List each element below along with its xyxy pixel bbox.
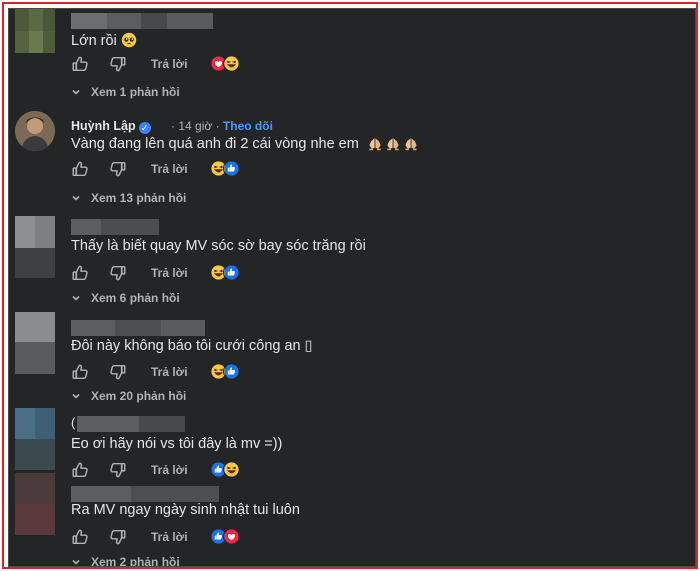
reaction-summary[interactable] [210,55,250,73]
folded-hands-emoji [385,135,401,151]
pleading-face-emoji [121,32,137,48]
comment-text: Lớn rồi [71,32,137,49]
reaction-summary[interactable] [210,264,250,282]
view-replies-link[interactable]: Xem 6 phản hồi [71,291,180,305]
dislike-icon[interactable] [109,461,127,479]
reaction-summary[interactable] [210,160,250,178]
author-name-redacted[interactable] [71,219,159,235]
folded-hands-emoji [367,135,383,151]
like-reaction-icon [223,363,240,380]
chevron-down-icon [71,293,81,303]
like-icon[interactable] [71,528,89,546]
dislike-icon[interactable] [109,363,127,381]
reply-button[interactable]: Trả lời [151,57,188,71]
avatar[interactable] [15,408,55,470]
folded-hands-emoji [403,135,419,151]
comment-meta: · 14 giờ · Theo dõi [171,119,273,133]
dislike-icon[interactable] [109,264,127,282]
like-reaction-icon [223,264,240,281]
dislike-icon[interactable] [109,55,127,73]
chevron-down-icon [71,193,81,203]
view-replies-link[interactable]: Xem 1 phản hồi [71,85,180,99]
avatar[interactable] [15,111,55,151]
like-icon[interactable] [71,264,89,282]
profile-photo [15,111,55,151]
avatar[interactable] [15,312,55,374]
love-reaction-icon [223,528,240,545]
author-name-redacted[interactable] [71,320,205,336]
like-icon[interactable] [71,160,89,178]
follow-button[interactable]: Theo dõi [223,119,273,133]
view-replies-link[interactable]: Xem 2 phản hồi [71,555,180,567]
view-replies-link[interactable]: Xem 13 phản hồi [71,191,186,205]
author-name-redacted[interactable] [77,416,185,432]
avatar[interactable] [15,216,55,278]
reaction-summary[interactable] [210,461,250,479]
dislike-icon[interactable] [109,528,127,546]
comments-panel: Lớn rồi Trả lời Xem 1 phản hồi Huỳnh Lập… [8,8,696,567]
like-icon[interactable] [71,363,89,381]
reply-button[interactable]: Trả lời [151,530,188,544]
avatar[interactable] [15,473,55,535]
chevron-down-icon [71,557,81,567]
like-icon[interactable] [71,55,89,73]
screenshot-frame: Lớn rồi Trả lời Xem 1 phản hồi Huỳnh Lập… [2,2,698,569]
reply-button[interactable]: Trả lời [151,266,188,280]
view-replies-link[interactable]: Xem 20 phản hồi [71,389,186,403]
like-icon[interactable] [71,461,89,479]
avatar[interactable] [15,9,55,53]
reaction-summary[interactable] [210,528,250,546]
like-reaction-icon [223,160,240,177]
comment-text: Đôi này không báo tôi cưới công an ▯ [71,338,313,354]
chevron-down-icon [71,87,81,97]
verified-badge-icon: ✓ [138,122,151,134]
comment-time[interactable]: 14 giờ [178,119,212,133]
author-name-redacted[interactable] [71,486,219,502]
comment-prefix: ( [71,415,76,430]
haha-reaction-icon [223,461,240,478]
reply-button[interactable]: Trả lời [151,463,188,477]
reply-button[interactable]: Trả lời [151,162,188,176]
reaction-summary[interactable] [210,363,250,381]
comment-text: Vàng đang lên quá anh đi 2 cái vòng nhe … [71,135,419,152]
comment-text: Thấy là biết quay MV sóc sờ bay sóc trăn… [71,238,366,254]
reply-button[interactable]: Trả lời [151,365,188,379]
author-name-redacted[interactable] [71,13,213,29]
comment-text: Eo ơi hãy nói vs tôi đây là mv =)) [71,436,283,452]
author-name[interactable]: Huỳnh Lập ✓ [71,119,151,134]
comment-text: Ra MV ngay ngày sinh nhật tui luôn [71,502,300,518]
dislike-icon[interactable] [109,160,127,178]
haha-reaction-icon [223,55,240,72]
chevron-down-icon [71,391,81,401]
